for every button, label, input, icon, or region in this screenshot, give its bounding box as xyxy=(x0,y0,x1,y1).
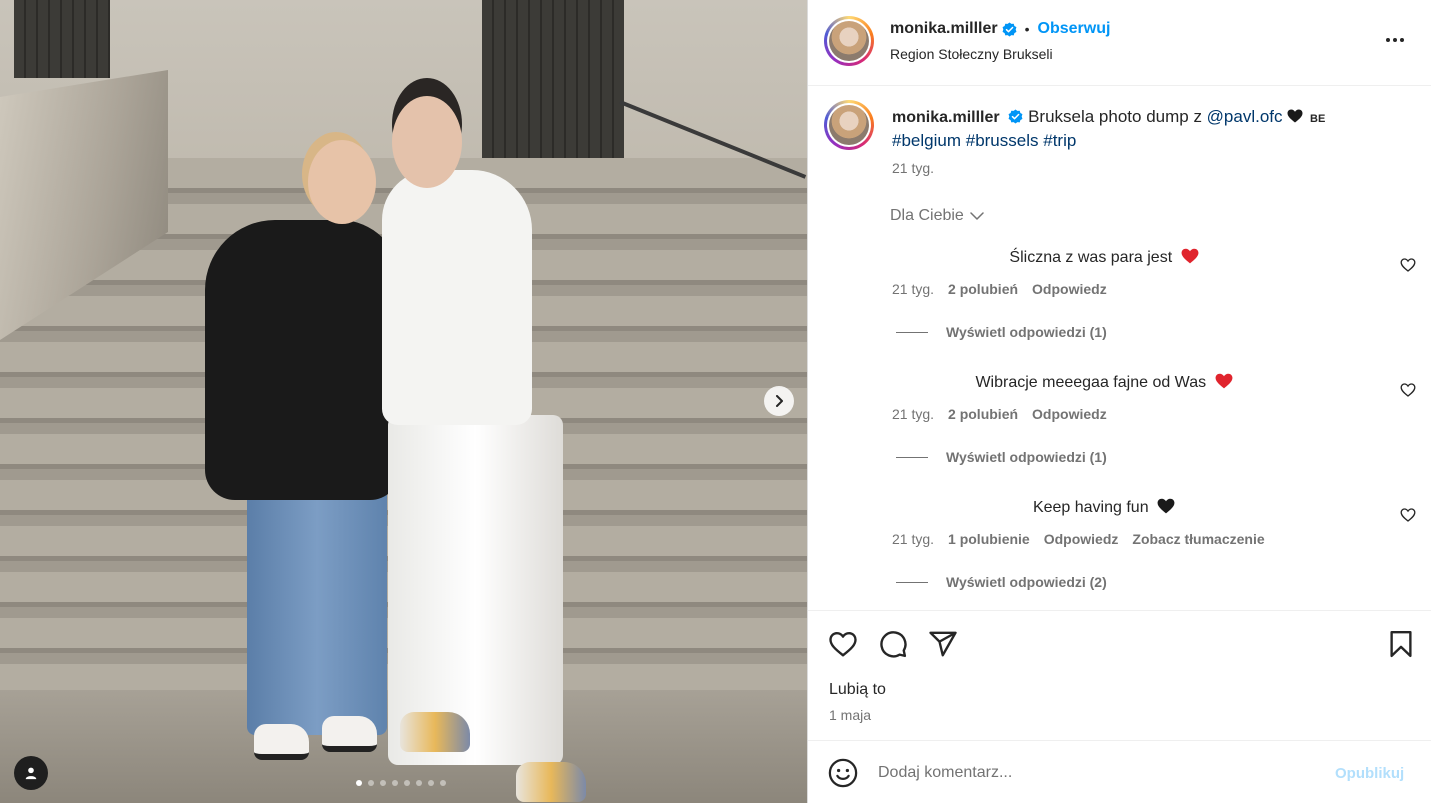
chevron-down-icon xyxy=(970,212,984,220)
comment-meta: 21 tyg. 2 polubień Odpowiedz xyxy=(892,281,1107,297)
carousel-dot xyxy=(404,780,410,786)
comment-text: Keep having fun xyxy=(808,498,1431,517)
comment-input[interactable] xyxy=(878,761,1318,785)
user-icon xyxy=(25,767,37,780)
comment-text: Śliczna z was para jest xyxy=(808,248,1431,267)
share-icon[interactable] xyxy=(928,629,958,659)
verified-badge-icon xyxy=(1008,109,1023,124)
heart-icon[interactable] xyxy=(828,629,858,659)
hashtag-link[interactable]: #brussels xyxy=(966,131,1039,150)
view-replies-label: Wyświetl odpowiedzi (2) xyxy=(946,574,1107,590)
carousel-dot xyxy=(380,780,386,786)
carousel-dot xyxy=(356,780,362,786)
tagged-users-button[interactable] xyxy=(14,756,48,790)
more-icon xyxy=(1386,38,1390,42)
post-date[interactable]: 1 maja xyxy=(829,707,871,723)
hashtag-link[interactable]: #belgium xyxy=(892,131,961,150)
likes-label[interactable]: Lubią to xyxy=(829,681,886,699)
sort-label: Dla Ciebie xyxy=(890,207,964,224)
post-header: monika.milller • Obserwuj Region Stołecz… xyxy=(808,0,1431,86)
man-sneaker xyxy=(516,762,586,802)
comment-likes[interactable]: 2 polubień xyxy=(948,406,1018,422)
hashtag-link[interactable]: #trip xyxy=(1043,131,1076,150)
location-link[interactable]: Region Stołeczny Brukseli xyxy=(890,46,1053,62)
carousel-indicator xyxy=(356,780,446,786)
caption-username[interactable]: monika.milller xyxy=(892,109,1000,126)
comment-likes[interactable]: 2 polubień xyxy=(948,281,1018,297)
comment-body: Keep having fun xyxy=(1032,499,1149,516)
comment-composer: Opublikuj xyxy=(808,740,1431,803)
bookmark-icon[interactable] xyxy=(1386,629,1416,659)
carousel-dot xyxy=(368,780,374,786)
separator-dot: • xyxy=(1024,21,1030,37)
username-link[interactable]: monika.milller xyxy=(890,20,998,38)
man-head xyxy=(392,96,462,188)
woman-shoe xyxy=(322,716,377,752)
comment-icon[interactable] xyxy=(878,629,908,659)
comment-body: Śliczna z was para jest xyxy=(1009,249,1173,266)
mention-link[interactable]: @pavl.ofc xyxy=(1207,107,1283,126)
reply-button[interactable]: Odpowiedz xyxy=(1032,281,1107,297)
avatar[interactable] xyxy=(824,100,874,150)
caption-text: monika.milller Bruksela photo dump z @pa… xyxy=(892,106,1392,152)
comment-like-icon[interactable] xyxy=(1400,507,1416,523)
avatar[interactable] xyxy=(824,16,874,66)
view-replies-button[interactable]: Wyświetl odpowiedzi (2) xyxy=(896,574,1107,590)
comment-sort-dropdown[interactable]: Dla Ciebie xyxy=(890,207,984,225)
view-replies-button[interactable]: Wyświetl odpowiedzi (1) xyxy=(896,324,1107,340)
more-options-button[interactable] xyxy=(1386,30,1412,50)
comment-like-icon[interactable] xyxy=(1400,257,1416,273)
comment-meta: 21 tyg. 1 polubienie Odpowiedz Zobacz tł… xyxy=(892,531,1265,547)
caption-body: Bruksela photo dump z xyxy=(1028,107,1207,126)
door xyxy=(14,0,110,78)
carousel-dot xyxy=(428,780,434,786)
black-heart-icon xyxy=(1287,109,1303,123)
next-slide-button[interactable] xyxy=(764,386,794,416)
post-actions: Lubią to 1 maja xyxy=(808,610,1431,740)
chevron-right-icon xyxy=(776,395,783,407)
view-replies-button[interactable]: Wyświetl odpowiedzi (1) xyxy=(896,449,1107,465)
caption-timestamp[interactable]: 21 tyg. xyxy=(892,160,934,176)
post-details-panel: monika.milller • Obserwuj Region Stołecz… xyxy=(807,0,1431,803)
man-sneaker xyxy=(400,712,470,752)
red-heart-icon xyxy=(1215,373,1232,389)
carousel-dot xyxy=(440,780,446,786)
black-heart-icon xyxy=(1157,498,1175,514)
comment-likes[interactable]: 1 polubienie xyxy=(948,531,1030,547)
publish-button[interactable]: Opublikuj xyxy=(1335,765,1404,782)
woman-coat xyxy=(205,220,400,500)
view-replies-label: Wyświetl odpowiedzi (1) xyxy=(946,449,1107,465)
carousel-dot xyxy=(392,780,398,786)
comment-body: Wibracje meeegaa fajne od Was xyxy=(975,374,1207,391)
verified-badge-icon xyxy=(1002,21,1017,37)
comment-time[interactable]: 21 tyg. xyxy=(892,406,934,422)
door xyxy=(482,0,624,158)
view-replies-label: Wyświetl odpowiedzi (1) xyxy=(946,324,1107,340)
comment-text: Wibracje meeegaa fajne od Was xyxy=(808,373,1431,392)
follow-button[interactable]: Obserwuj xyxy=(1038,20,1111,38)
comment-like-icon[interactable] xyxy=(1400,382,1416,398)
carousel-dot xyxy=(416,780,422,786)
translate-button[interactable]: Zobacz tłumaczenie xyxy=(1132,531,1264,547)
reply-button[interactable]: Odpowiedz xyxy=(1032,406,1107,422)
comment-time[interactable]: 21 tyg. xyxy=(892,281,934,297)
emoji-icon[interactable] xyxy=(828,758,858,788)
flag-be: BE xyxy=(1310,113,1326,125)
reply-button[interactable]: Odpowiedz xyxy=(1044,531,1119,547)
woman-head xyxy=(308,140,376,224)
red-heart-icon xyxy=(1181,248,1199,264)
man-jacket xyxy=(382,170,532,425)
comment-meta: 21 tyg. 2 polubień Odpowiedz xyxy=(892,406,1107,422)
comment-time[interactable]: 21 tyg. xyxy=(892,531,934,547)
woman-shoe xyxy=(254,724,309,760)
post-photo[interactable] xyxy=(0,0,807,803)
